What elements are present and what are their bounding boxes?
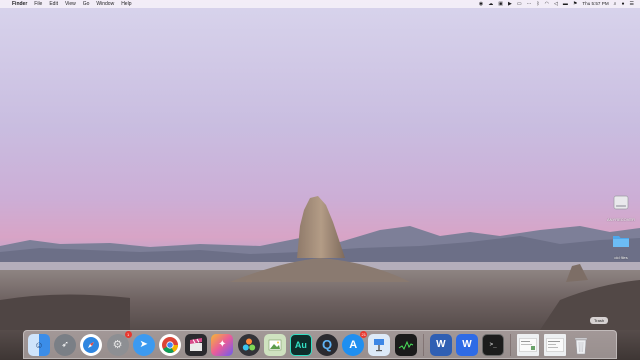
flag-icon[interactable]: ⚑ (573, 0, 577, 8)
monitor-icon (398, 340, 413, 350)
gear-icon: ⚙ (112, 339, 123, 351)
notification-center-icon[interactable]: ☰ (630, 0, 634, 8)
dock-trash[interactable] (570, 334, 592, 356)
q-icon: Q (322, 337, 333, 352)
menu-edit[interactable]: Edit (49, 0, 58, 8)
au-icon: Au (294, 339, 307, 350)
notification-badge: 1 (124, 330, 132, 338)
dock-word[interactable]: W (429, 333, 452, 356)
dock-app-store[interactable]: A 21 (342, 330, 368, 356)
spotlight-search-icon[interactable]: ⌕ (614, 0, 617, 8)
dock-system-preferences[interactable]: ⚙ 1 (106, 330, 132, 356)
dock-terminal[interactable]: >_ (482, 333, 505, 356)
clapper-icon (190, 337, 203, 351)
desktop-item-old-files[interactable]: old files (604, 233, 638, 260)
menubar-clock[interactable]: Thu 5:57 PM (582, 0, 608, 8)
menu-help[interactable]: Help (121, 0, 131, 8)
volume-icon[interactable]: ◁ (554, 0, 558, 8)
display-icon[interactable]: ▭ (517, 0, 522, 8)
menu-view[interactable]: View (65, 0, 76, 8)
dock-separator (422, 333, 424, 356)
document-thumbnail-icon (519, 337, 538, 352)
dock-wps-office[interactable]: W (456, 333, 478, 356)
a-icon: A (349, 338, 358, 351)
compass-icon (83, 336, 100, 353)
w-icon: W (436, 339, 446, 350)
dock-preview[interactable] (263, 333, 286, 356)
dock-chrome[interactable] (158, 333, 181, 356)
desktop-item-anyrecover[interactable]: ANYRECOVER (604, 193, 638, 222)
user-icon[interactable]: ● (621, 0, 624, 8)
dock-safari[interactable] (80, 333, 103, 356)
notification-badge: 21 (360, 330, 368, 338)
bluetooth-icon[interactable]: ᛒ (537, 0, 540, 8)
dock-recent-doc-2[interactable] (543, 333, 566, 356)
folder-icon (613, 236, 629, 247)
dock: ☺ ➶ ⚙ 1 ➤ ✦ Au Q A 21 W W >_ (23, 330, 617, 359)
dock-quicktime[interactable]: Q (316, 333, 339, 356)
dots-icon[interactable]: ⋯ (527, 0, 532, 8)
cloud-icon[interactable]: ☁ (488, 0, 493, 8)
status-menus: ◉ ☁ ▣ ▶ ▭ ⋯ ᛒ ◠ ◁ ▬ ⚑ Thu 5:57 PM ⌕ ● ☰ (479, 0, 634, 8)
gradient-icon: ✦ (218, 339, 227, 350)
paper-plane-icon: ➤ (139, 339, 148, 350)
photos-icon (268, 339, 281, 350)
rocket-icon: ➶ (61, 339, 69, 349)
trash-tooltip: Trash (590, 317, 609, 324)
menu-app-name[interactable]: Finder (12, 0, 27, 8)
wps-icon: W (462, 339, 472, 350)
dock-davinci-resolve[interactable] (237, 333, 260, 356)
dock-audition[interactable]: Au (289, 333, 312, 356)
dock-final-cut-pro[interactable] (185, 333, 208, 356)
dock-activity-monitor[interactable] (394, 333, 417, 356)
menu-bar: Finder File Edit View Go Window Help ◉ ☁… (0, 0, 640, 8)
wifi-icon[interactable]: ◠ (545, 0, 549, 8)
finder-icon: ☺ (34, 339, 44, 350)
desktop-item-label: ANYRECOVER (606, 217, 635, 222)
screen-icon[interactable]: ▣ (498, 0, 503, 8)
menu-go[interactable]: Go (83, 0, 90, 8)
podium-icon (374, 338, 385, 351)
battery-icon[interactable]: ▬ (563, 0, 568, 8)
play-icon[interactable]: ▶ (508, 0, 512, 8)
dock-mail[interactable]: ➤ (132, 333, 155, 356)
menu-file[interactable]: File (34, 0, 42, 8)
menu-window[interactable]: Window (96, 0, 114, 8)
dock-launchpad[interactable]: ➶ (54, 333, 77, 356)
desktop-item-label: old files (614, 255, 628, 260)
dock-recent-doc-1[interactable] (517, 333, 540, 356)
terminal-icon: >_ (489, 341, 497, 348)
dock-finder[interactable]: ☺ (28, 333, 50, 356)
dock-motion[interactable]: ✦ (211, 333, 234, 356)
record-icon[interactable]: ◉ (479, 0, 483, 8)
trash-icon (574, 337, 587, 354)
resolve-icon (242, 338, 255, 350)
dock-separator (510, 333, 512, 356)
chrome-icon (161, 336, 178, 353)
desktop-wallpaper (0, 0, 640, 360)
external-drive-icon (613, 195, 629, 210)
dock-keynote[interactable] (368, 333, 391, 356)
document-thumbnail-icon (545, 337, 564, 352)
